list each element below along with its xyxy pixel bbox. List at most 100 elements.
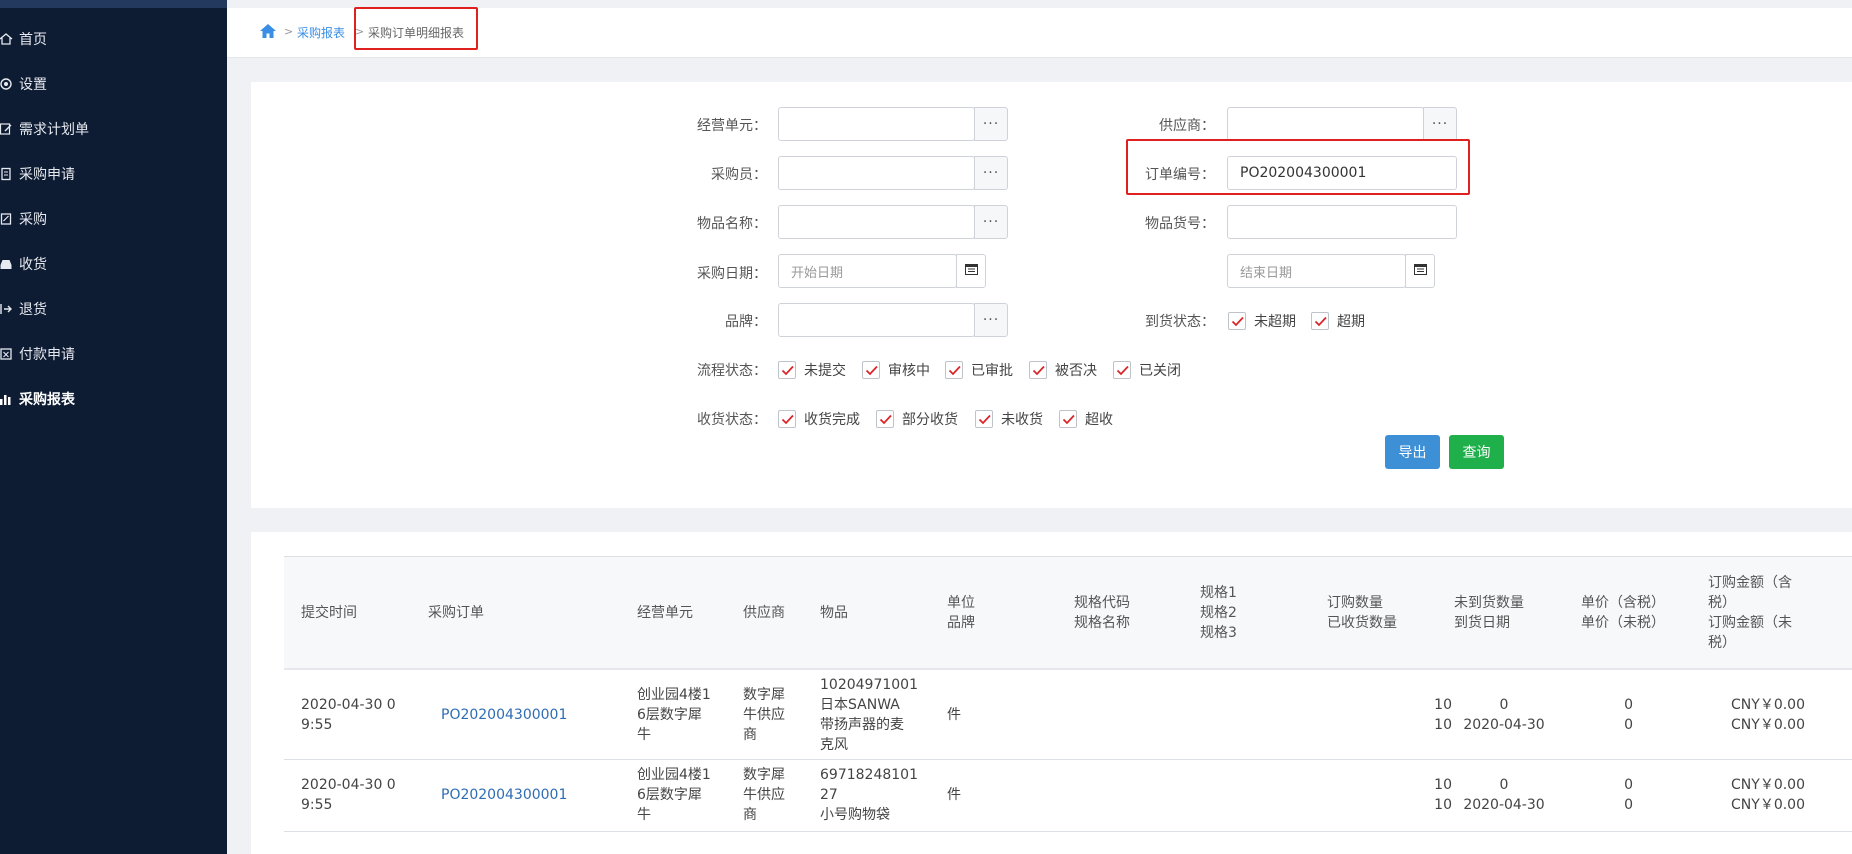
- check-icon: [778, 361, 796, 379]
- flow-approved-checkbox[interactable]: 已审批: [945, 360, 1013, 380]
- check-icon: [975, 410, 993, 428]
- business-unit-label: 经营单元：: [697, 118, 767, 134]
- cell-supplier-cont: 商: [743, 807, 757, 823]
- sidebar-item-purchase-report[interactable]: 采购报表: [0, 384, 227, 414]
- cell-item-name: 小号购物袋: [820, 807, 890, 823]
- business-unit-picker-button[interactable]: ···: [974, 107, 1008, 141]
- check-icon: [1059, 410, 1077, 428]
- check-icon: [1113, 361, 1131, 379]
- cell-arrival-date: 2020-04-30: [1463, 717, 1545, 733]
- cell-supplier: 数字犀: [743, 767, 785, 783]
- receipt-none-checkbox[interactable]: 未收货: [975, 409, 1043, 429]
- cell-order-qty: 10: [1434, 697, 1452, 713]
- header-arrival-date: 到货日期: [1454, 615, 1510, 631]
- order-link[interactable]: PO202004300001: [441, 785, 567, 805]
- cell-price-notax: 0: [1624, 717, 1633, 733]
- header-pending-qty: 未到货数量: [1454, 595, 1524, 611]
- supplier-picker-button[interactable]: ···: [1423, 107, 1457, 141]
- sidebar-item-settings[interactable]: 设置: [0, 69, 227, 99]
- item-name-label: 物品名称：: [697, 216, 767, 232]
- receipt-complete-checkbox[interactable]: 收货完成: [778, 409, 860, 429]
- breadcrumb-separator: >: [284, 25, 294, 38]
- end-date-placeholder: 结束日期: [1240, 265, 1293, 281]
- header-amount-notax-cont: 税）: [1708, 635, 1736, 651]
- filter-panel: [251, 82, 1852, 508]
- cell-business-unit-cont: 6层数字犀: [637, 707, 702, 723]
- flow-not-submitted-checkbox[interactable]: 未提交: [778, 360, 846, 380]
- query-button[interactable]: 查询: [1449, 435, 1504, 469]
- header-business-unit: 经营单元: [637, 605, 693, 621]
- checkbox-label: 未收货: [1001, 412, 1043, 428]
- cell-received-qty: 10: [1434, 717, 1452, 733]
- cell-unit: 件: [947, 787, 961, 803]
- cell-submit-time-cont: 9:55: [301, 717, 333, 733]
- business-unit-input[interactable]: [778, 107, 975, 141]
- header-price-notax: 单价（未税）: [1581, 615, 1665, 631]
- buyer-input[interactable]: [778, 156, 975, 190]
- cart-icon: [0, 210, 15, 228]
- cell-unit: 件: [947, 707, 961, 723]
- sidebar-top-strip: [0, 0, 227, 8]
- header-amount-tax: 订购金额（含: [1708, 575, 1792, 591]
- item-code-label: 物品货号：: [1145, 216, 1215, 232]
- flow-reviewing-checkbox[interactable]: 审核中: [862, 360, 930, 380]
- calendar-icon: [1413, 263, 1427, 279]
- brand-picker-button[interactable]: ···: [974, 303, 1008, 337]
- cell-item-name-cont: 克风: [820, 737, 848, 753]
- edit-icon: [0, 120, 15, 138]
- highlight-box-order-no: [1126, 139, 1470, 195]
- start-date-calendar-button[interactable]: [956, 254, 986, 288]
- cell-business-unit: 创业园4楼1: [637, 687, 711, 703]
- start-date-input[interactable]: 开始日期: [778, 254, 957, 288]
- cell-arrival-date: 2020-04-30: [1463, 797, 1545, 813]
- checkbox-label: 超期: [1337, 314, 1365, 330]
- supplier-input[interactable]: [1227, 107, 1424, 141]
- sidebar-item-demand-plan[interactable]: 需求计划单: [0, 114, 227, 144]
- header-spec-code: 规格代码: [1074, 595, 1130, 611]
- arrival-overdue-checkbox[interactable]: 超期: [1311, 311, 1365, 331]
- cell-submit-time: 2020-04-30 0: [301, 777, 396, 793]
- flow-status-label: 流程状态：: [697, 363, 767, 379]
- sidebar: 首页 设置 需求计划单 采购申请 采购 收货 退货 付款申请 采购报表: [0, 0, 227, 854]
- buyer-label: 采购员：: [711, 167, 767, 183]
- receipt-partial-checkbox[interactable]: 部分收货: [876, 409, 958, 429]
- cell-order-qty: 10: [1434, 777, 1452, 793]
- check-icon: [945, 361, 963, 379]
- order-link[interactable]: PO202004300001: [441, 705, 567, 725]
- check-icon: [876, 410, 894, 428]
- header-amount-tax-cont: 税）: [1708, 595, 1736, 611]
- sidebar-item-receipt[interactable]: 收货: [0, 249, 227, 279]
- end-date-calendar-button[interactable]: [1405, 254, 1435, 288]
- item-code-input[interactable]: [1227, 205, 1457, 239]
- sidebar-item-home[interactable]: 首页: [0, 24, 227, 54]
- receipt-over-checkbox[interactable]: 超收: [1059, 409, 1113, 429]
- cell-amount-notax: CNY￥0.00: [1731, 797, 1805, 813]
- home-icon[interactable]: [259, 22, 277, 40]
- return-icon: [0, 300, 15, 318]
- sidebar-item-purchase-request[interactable]: 采购申请: [0, 159, 227, 189]
- document-icon: [0, 165, 15, 183]
- item-name-input[interactable]: [778, 205, 975, 239]
- calendar-icon: [964, 263, 978, 279]
- header-spec3: 规格3: [1200, 625, 1237, 641]
- sidebar-item-return[interactable]: 退货: [0, 294, 227, 324]
- sidebar-item-label: 付款申请: [19, 347, 75, 363]
- cell-business-unit-cont: 牛: [637, 807, 651, 823]
- cell-submit-time: 2020-04-30 0: [301, 697, 396, 713]
- sidebar-item-label: 采购报表: [19, 392, 75, 408]
- checkbox-label: 未超期: [1254, 314, 1296, 330]
- buyer-picker-button[interactable]: ···: [974, 156, 1008, 190]
- flow-rejected-checkbox[interactable]: 被否决: [1029, 360, 1097, 380]
- cell-item-name: 日本SANWA: [820, 697, 900, 713]
- arrival-not-overdue-checkbox[interactable]: 未超期: [1228, 311, 1296, 331]
- table-row-divider: [284, 759, 1852, 760]
- end-date-input[interactable]: 结束日期: [1227, 254, 1406, 288]
- breadcrumb-purchase-report[interactable]: 采购报表: [297, 24, 345, 41]
- flow-closed-checkbox[interactable]: 已关闭: [1113, 360, 1181, 380]
- export-button[interactable]: 导出: [1385, 435, 1440, 469]
- item-name-picker-button[interactable]: ···: [974, 205, 1008, 239]
- sidebar-item-purchase[interactable]: 采购: [0, 204, 227, 234]
- sidebar-item-label: 首页: [19, 32, 47, 48]
- brand-input[interactable]: [778, 303, 975, 337]
- sidebar-item-payment-request[interactable]: 付款申请: [0, 339, 227, 369]
